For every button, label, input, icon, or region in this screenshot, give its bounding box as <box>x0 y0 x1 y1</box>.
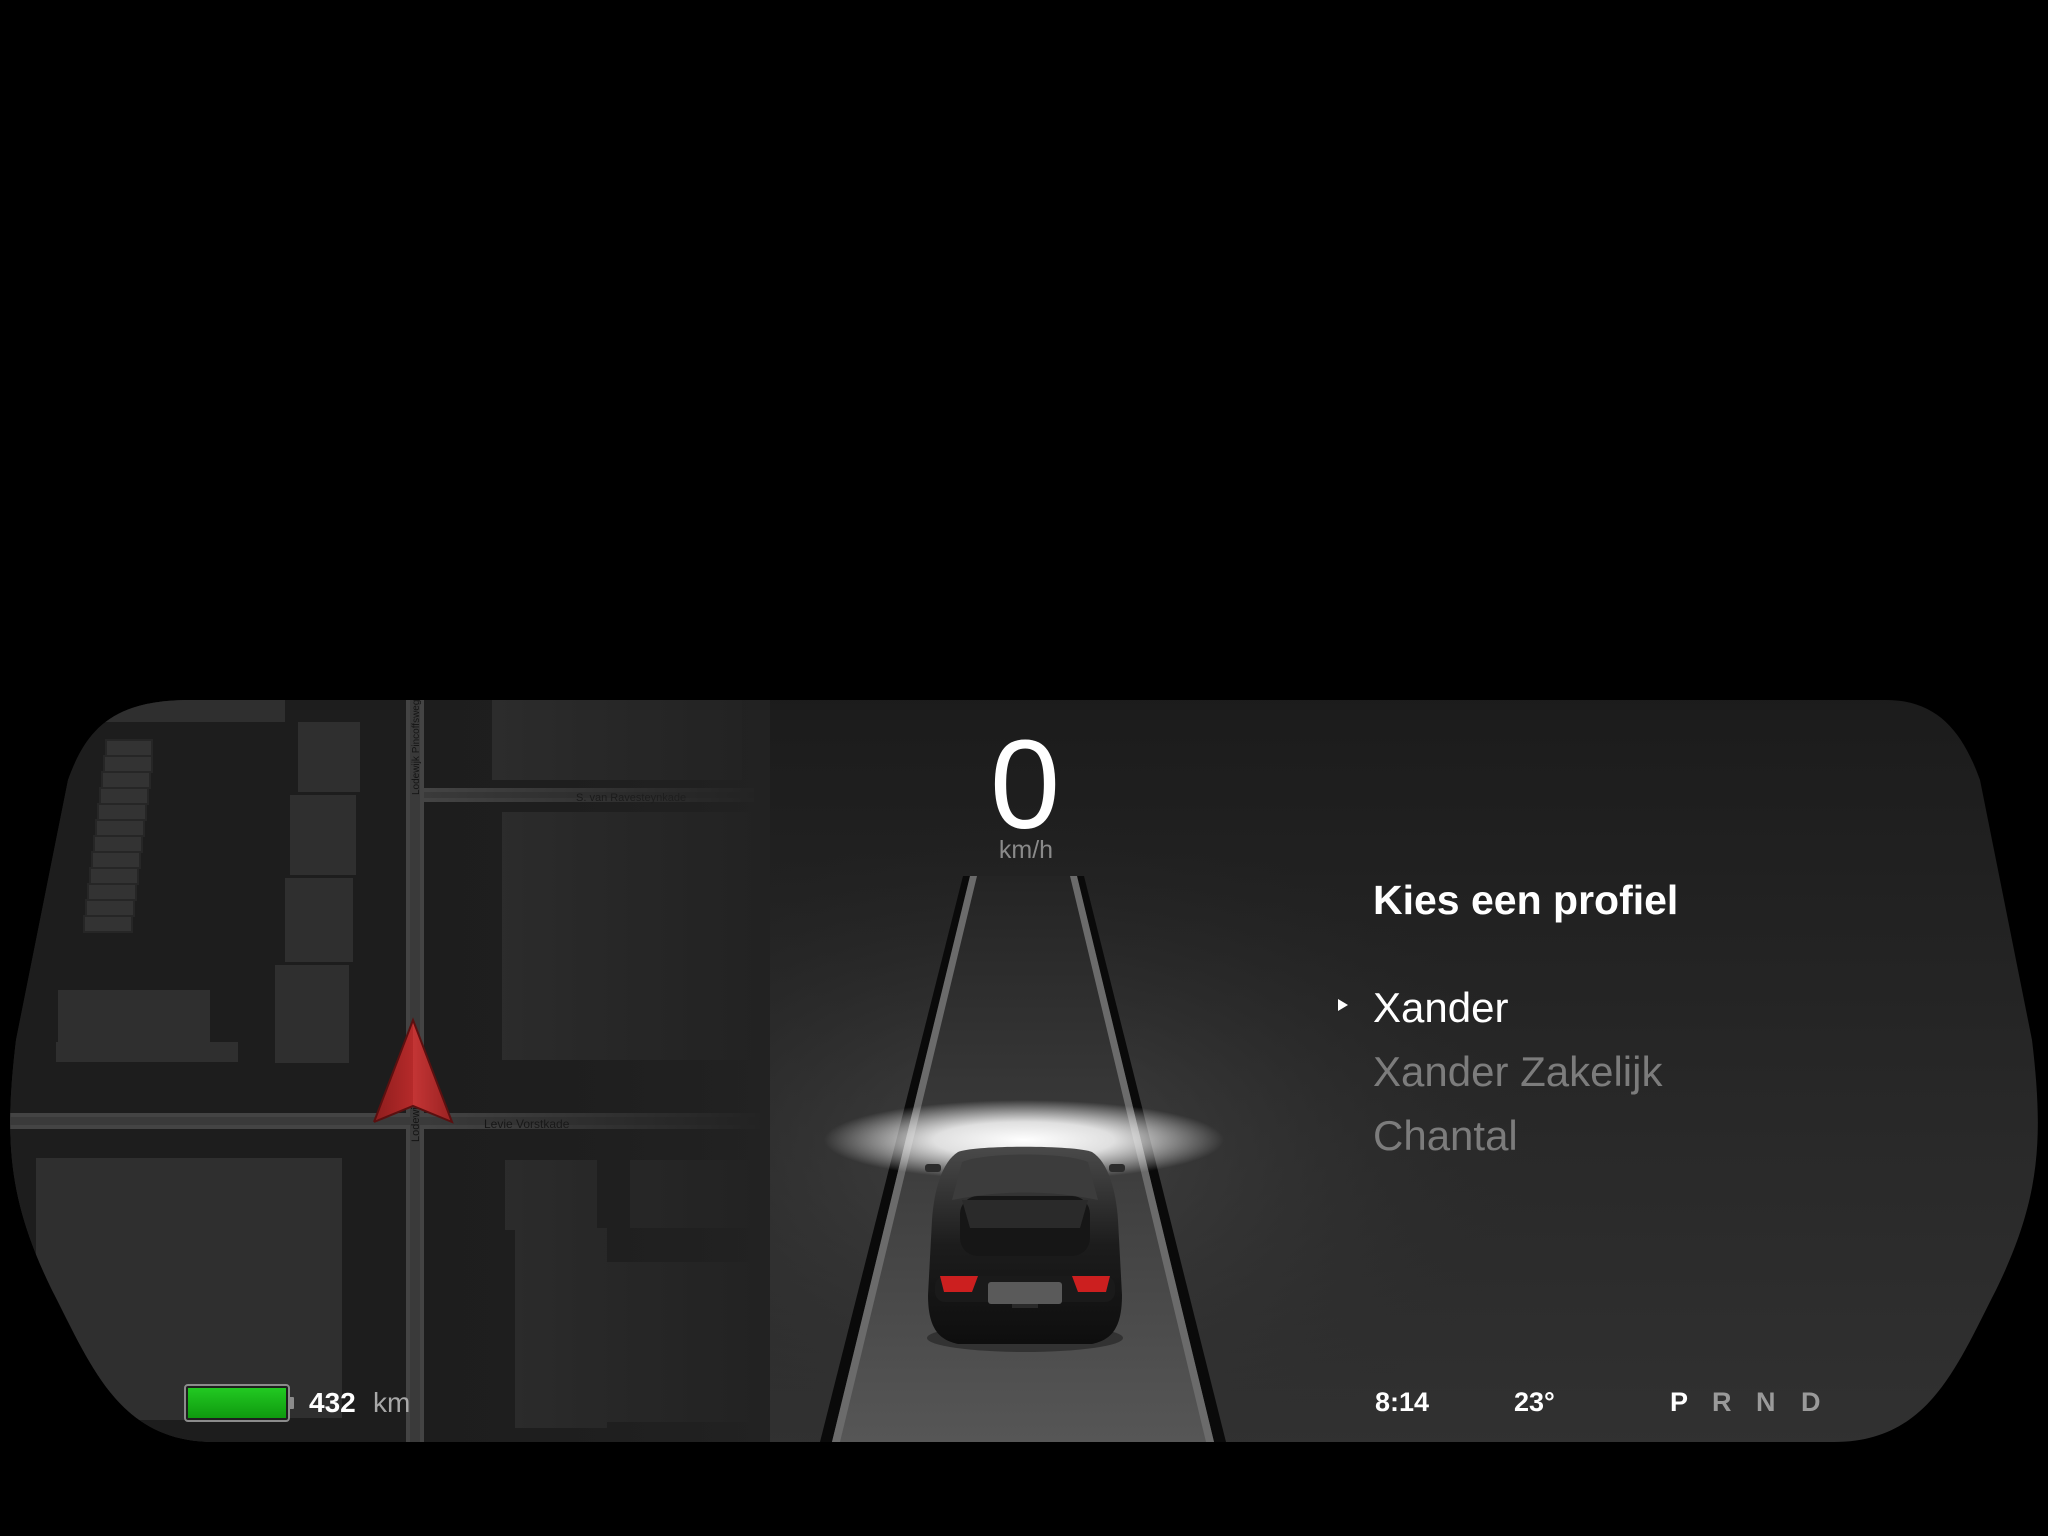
profile-item-chantal[interactable]: Chantal <box>1373 1115 1518 1157</box>
gear-neutral[interactable]: N <box>1756 1389 1776 1416</box>
profile-menu-title: Kies een profiel <box>1373 877 1679 923</box>
clock: 8:14 <box>1375 1387 1430 1417</box>
profile-item-xander-zakelijk[interactable]: Xander Zakelijk <box>1373 1051 1662 1093</box>
gear-reverse[interactable]: R <box>1712 1389 1732 1416</box>
battery-icon <box>184 1384 294 1422</box>
outside-temperature: 23° <box>1514 1387 1555 1417</box>
gear-drive[interactable]: D <box>1801 1389 1821 1416</box>
battery-fill <box>188 1388 286 1418</box>
profile-item-xander[interactable]: Xander <box>1373 987 1508 1029</box>
selection-arrow-icon <box>1338 999 1348 1011</box>
instrument-cluster-screen: S. van Ravesteynkade Levie Vorstkade Lod… <box>0 0 2048 1536</box>
gear-park[interactable]: P <box>1670 1389 1688 1416</box>
range-value: 432 <box>309 1387 356 1418</box>
vehicle-icon <box>925 1146 1125 1352</box>
speed-unit: km/h <box>998 836 1054 864</box>
navigation-map[interactable]: S. van Ravesteynkade Levie Vorstkade Lod… <box>0 690 770 1450</box>
range-unit: km <box>373 1387 411 1418</box>
